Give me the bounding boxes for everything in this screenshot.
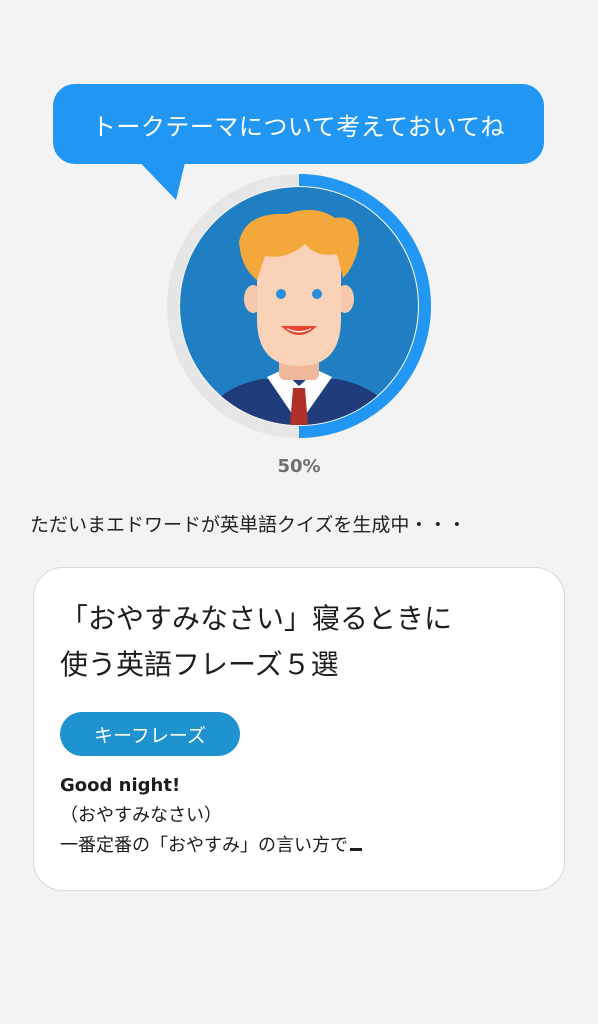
avatar-svg xyxy=(167,174,431,438)
phrase-japanese: （おやすみなさい） xyxy=(60,805,222,826)
phrase-note: 一番定番の「おやすみ」の言い方で xyxy=(60,835,348,856)
key-phrase-tag: キーフレーズ xyxy=(60,712,240,756)
phrase-english: Good night! xyxy=(60,775,181,796)
progress-percentage: 50% xyxy=(277,456,321,477)
page: トークテーマについて考えておいてね 50% ただいまエドワードが英単語クイズを生… xyxy=(0,0,598,1024)
speech-bubble-text: トークテーマについて考えておいてね xyxy=(91,112,506,141)
avatar-progress-ring xyxy=(167,174,431,438)
phrase-content: Good night! （おやすみなさい） 一番定番の「おやすみ」の言い方で xyxy=(60,771,540,861)
card-title-line-2: 使う英語フレーズ５選 xyxy=(60,648,339,681)
card-title-line-1: 「おやすみなさい」寝るときに xyxy=(60,602,453,635)
phrase-card[interactable]: 「おやすみなさい」寝るときに 使う英語フレーズ５選 キーフレーズ Good ni… xyxy=(33,567,565,891)
speech-bubble: トークテーマについて考えておいてね xyxy=(53,84,544,164)
typing-cursor xyxy=(350,848,362,851)
card-title: 「おやすみなさい」寝るときに 使う英語フレーズ５選 xyxy=(60,596,540,688)
phrase-note-line: 一番定番の「おやすみ」の言い方で xyxy=(60,831,540,861)
key-phrase-tag-label: キーフレーズ xyxy=(94,724,206,747)
generation-status-text: ただいまエドワードが英単語クイズを生成中・・・ xyxy=(30,514,467,536)
